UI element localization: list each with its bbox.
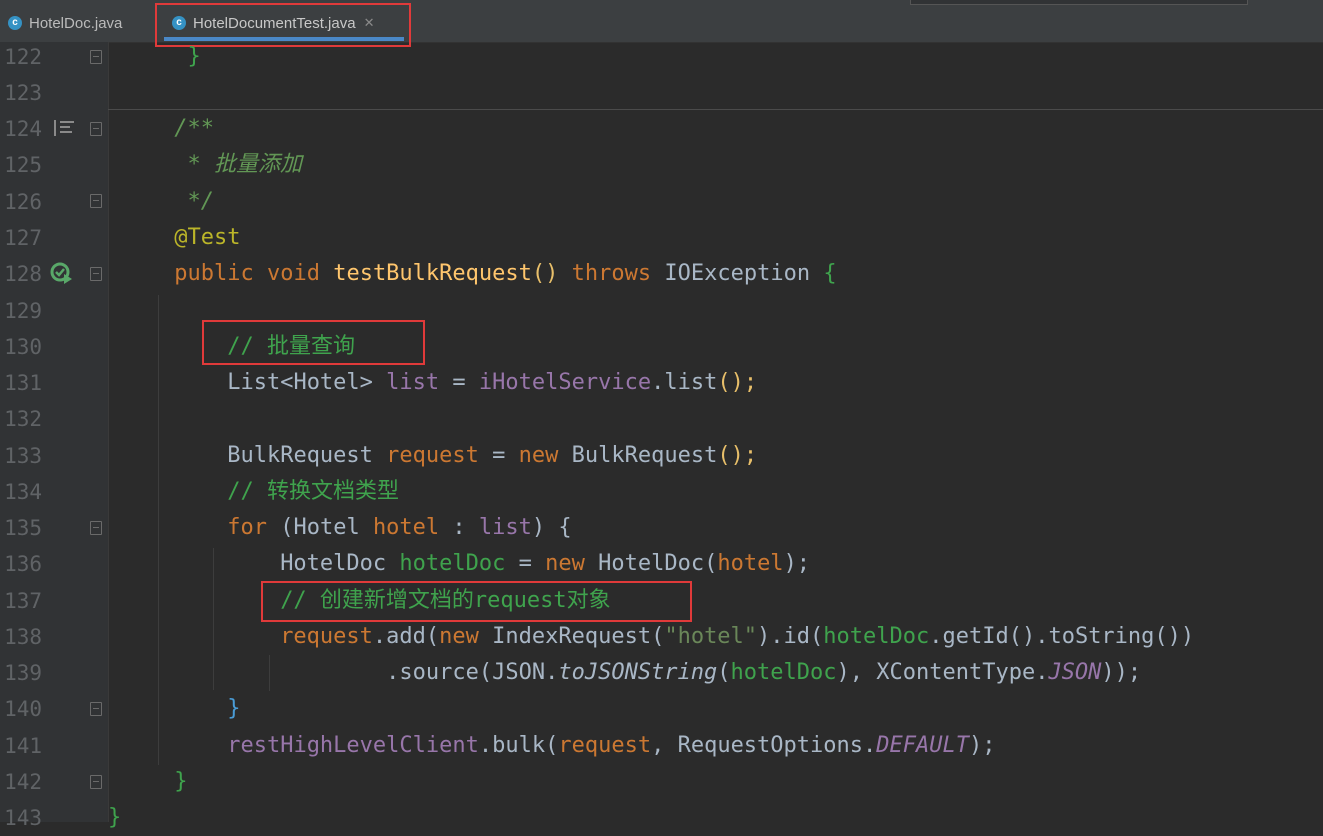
line-number: 134 (4, 480, 42, 504)
line-number: 132 (4, 407, 42, 431)
code-line-133: BulkRequest request = new BulkRequest(); (227, 443, 758, 468)
code-line-128: public void testBulkRequest() throws IOE… (174, 261, 837, 286)
fold-marker-icon[interactable] (90, 194, 102, 208)
code-line-134: // 转换文档类型 (227, 479, 399, 504)
fold-marker-icon[interactable] (90, 267, 102, 281)
code-line-140: } (227, 696, 241, 721)
code-line-122: } (187, 44, 201, 69)
line-number: 135 (4, 516, 42, 540)
line-number: 125 (4, 153, 42, 177)
code-line-131: List<Hotel> list = iHotelService.list(); (227, 370, 758, 395)
run-test-icon[interactable] (50, 262, 74, 286)
code-line-142: } (174, 769, 188, 794)
line-number: 139 (4, 661, 42, 685)
line-number: 122 (4, 45, 42, 69)
line-number: 133 (4, 444, 42, 468)
fold-marker-icon[interactable] (90, 122, 102, 136)
code-line-136: HotelDoc hotelDoc = new HotelDoc(hotel); (280, 551, 811, 576)
code-line-124: /** (174, 116, 214, 141)
code-line-143: } (108, 805, 122, 830)
line-number: 131 (4, 371, 42, 395)
code-line-125: * 批量添加 (174, 152, 302, 177)
code-line-127: @Test (174, 225, 241, 250)
line-number: 124 (4, 117, 42, 141)
line-number: 136 (4, 552, 42, 576)
tab-hoteldoc[interactable]: c HotelDoc.java (8, 6, 122, 40)
fold-marker-icon[interactable] (90, 50, 102, 64)
line-number: 142 (4, 770, 42, 794)
line-number: 126 (4, 190, 42, 214)
code-line-126: */ (174, 189, 214, 214)
line-number: 129 (4, 299, 42, 323)
line-number: 143 (4, 806, 42, 830)
code-line-135: for (Hotel hotel : list) { (227, 515, 572, 540)
line-number: 140 (4, 697, 42, 721)
code-line-138: request.add(new IndexRequest("hotel").id… (280, 624, 1195, 649)
fold-marker-icon[interactable] (90, 775, 102, 789)
fold-marker-icon[interactable] (90, 702, 102, 716)
line-number: 138 (4, 625, 42, 649)
line-number: 128 (4, 262, 42, 286)
code-line-139: .source(JSON.toJSONString(hotelDoc), XCo… (386, 660, 1142, 685)
search-field-edge (910, 0, 1248, 5)
tab-label: HotelDoc.java (29, 14, 123, 32)
highlight-box-create-request (261, 581, 692, 622)
line-number: 127 (4, 226, 42, 250)
javadoc-render-icon[interactable] (54, 120, 74, 136)
line-number: 141 (4, 734, 42, 758)
java-class-icon: c (8, 16, 22, 30)
line-number: 137 (4, 589, 42, 613)
highlight-box-batch-query (202, 320, 425, 365)
line-number: 130 (4, 335, 42, 359)
line-number: 123 (4, 81, 42, 105)
fold-marker-icon[interactable] (90, 521, 102, 535)
code-line-141: restHighLevelClient.bulk(request, Reques… (227, 733, 996, 758)
method-separator (108, 109, 1323, 110)
